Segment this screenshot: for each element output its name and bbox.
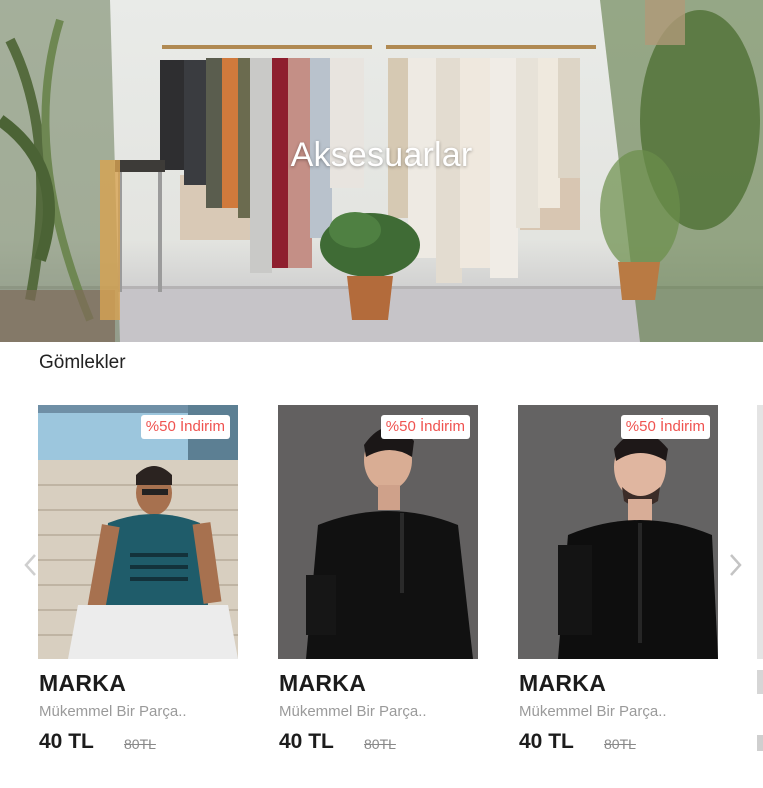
hero-title: Aksesuarlar <box>290 136 473 174</box>
next-product-peek-price <box>757 735 763 751</box>
product-card[interactable]: %50 İndirim MARKA Mükemmel Bir Parça.. 4… <box>278 405 478 753</box>
discount-badge: %50 İndirim <box>140 415 230 439</box>
chevron-right-icon[interactable] <box>724 550 748 580</box>
product-image[interactable]: %50 İndirim <box>278 405 478 659</box>
product-price: 40 TL <box>519 730 574 753</box>
product-image[interactable]: %50 İndirim <box>38 405 238 659</box>
product-description: Mükemmel Bir Parça.. <box>279 703 427 720</box>
product-old-price: 80TL <box>364 736 396 752</box>
product-price: 40 TL <box>279 730 334 753</box>
product-image[interactable]: %50 İndirim <box>518 405 718 659</box>
product-description: Mükemmel Bir Parça.. <box>519 703 667 720</box>
section-title: Gömlekler <box>39 352 126 373</box>
next-product-peek <box>757 405 763 659</box>
product-brand[interactable]: MARKA <box>39 670 126 697</box>
product-price: 40 TL <box>39 730 94 753</box>
product-card[interactable]: %50 İndirim MARKA Mükemmel Bir Parça.. 4… <box>518 405 718 753</box>
product-card[interactable]: %50 İndirim MARKA Mükemmel Bir Parça.. 4… <box>38 405 238 753</box>
product-old-price: 80TL <box>124 736 156 752</box>
product-brand[interactable]: MARKA <box>279 670 366 697</box>
next-product-peek-brand <box>757 670 763 694</box>
product-old-price: 80TL <box>604 736 636 752</box>
product-brand[interactable]: MARKA <box>519 670 606 697</box>
product-description: Mükemmel Bir Parça.. <box>39 703 187 720</box>
product-carousel: %50 İndirim MARKA Mükemmel Bir Parça.. 4… <box>0 405 763 788</box>
discount-badge: %50 İndirim <box>620 415 710 439</box>
discount-badge: %50 İndirim <box>380 415 470 439</box>
hero-banner: Aksesuarlar <box>0 0 763 342</box>
